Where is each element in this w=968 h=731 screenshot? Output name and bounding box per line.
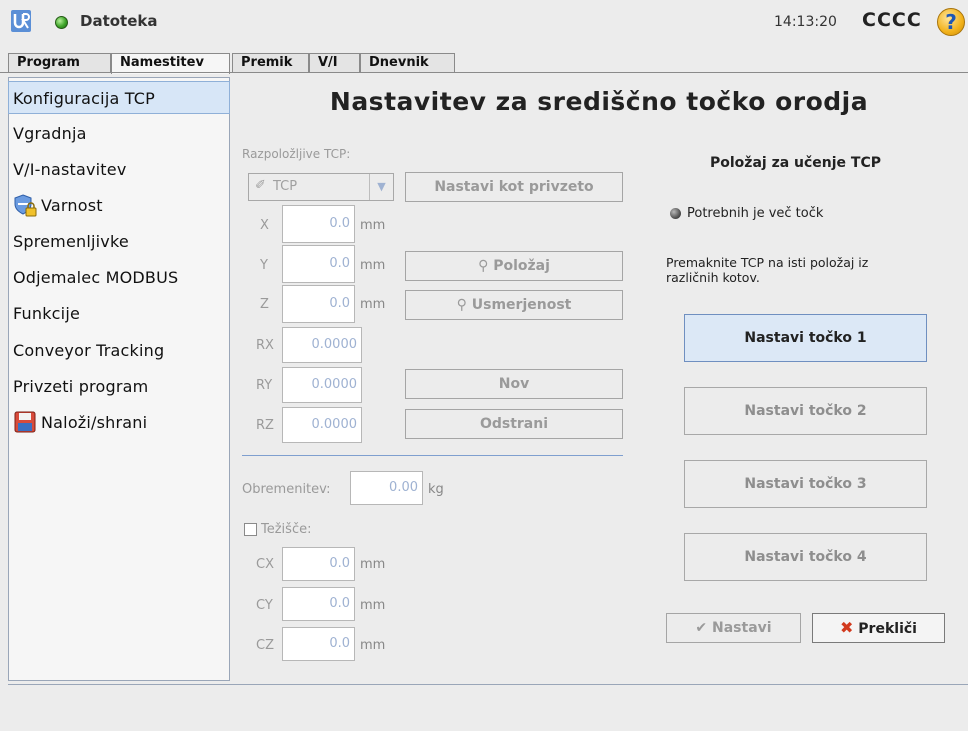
available-tcp-label: Razpoložljive TCP: — [242, 147, 351, 161]
set-tcp-button[interactable]: ✔ Nastavi — [666, 613, 801, 643]
set-default-button[interactable]: Nastavi kot privzeto — [405, 172, 623, 202]
remove-button[interactable]: Odstrani — [405, 409, 623, 439]
sidebar-item-modbus[interactable]: Odjemalec MODBUS — [9, 261, 229, 294]
sidebar-item-label: Varnost — [41, 196, 103, 215]
ry-field[interactable]: 0.0000 — [282, 367, 362, 403]
cog-label: Težišče: — [261, 522, 312, 537]
sidebar-item-tcp-config[interactable]: Konfiguracija TCP — [8, 81, 230, 114]
payload-field[interactable]: 0.00 — [350, 471, 423, 505]
z-field[interactable]: 0.0 — [282, 285, 355, 323]
tcp-select[interactable]: ✐ TCP ▼ — [248, 173, 394, 201]
x-field[interactable]: 0.0 — [282, 205, 355, 243]
rx-label: RX — [256, 338, 274, 353]
sidebar-item-label: Privzeti program — [13, 377, 149, 396]
rz-label: RZ — [256, 418, 274, 433]
setup-sidebar: Konfiguracija TCP Vgradnja V/I-nastavite… — [8, 77, 230, 681]
tab-log[interactable]: Dnevnik — [360, 53, 455, 73]
new-button[interactable]: Nov — [405, 369, 623, 399]
shield-lock-icon — [14, 193, 37, 216]
sidebar-item-label: Naloži/shrani — [41, 413, 148, 432]
sidebar-item-mounting[interactable]: Vgradnja — [9, 117, 229, 150]
cz-unit: mm — [360, 638, 386, 653]
teach-status: Potrebnih je več točk — [687, 206, 824, 221]
tcp-config-panel: Nastavitev za središčno točko orodja Raz… — [230, 77, 968, 681]
y-unit: mm — [360, 258, 386, 273]
z-label: Z — [260, 297, 269, 312]
tab-setup[interactable]: Namestitev — [111, 53, 230, 74]
tab-move[interactable]: Premik — [232, 53, 309, 73]
cy-unit: mm — [360, 598, 386, 613]
tab-io[interactable]: V/I — [309, 53, 360, 73]
y-label: Y — [260, 258, 268, 273]
cz-field[interactable]: 0.0 — [282, 627, 355, 661]
position-button[interactable]: ⚲ Položaj — [405, 251, 623, 281]
sidebar-item-label: Spremenljivke — [13, 232, 129, 251]
y-field[interactable]: 0.0 — [282, 245, 355, 283]
checkmark-icon: ✔ — [695, 620, 708, 636]
teach-pendant-icon: ⚲ — [456, 297, 467, 313]
status-gray-icon — [670, 208, 681, 219]
tab-divider — [0, 72, 968, 73]
set-point-4-button[interactable]: Nastavi točko 4 — [684, 533, 927, 581]
sidebar-item-label: Odjemalec MODBUS — [13, 268, 179, 287]
top-bar: Datoteka 14:13:20 CCCC ? — [0, 0, 968, 46]
help-icon[interactable]: ? — [937, 8, 965, 36]
sidebar-item-conveyor[interactable]: Conveyor Tracking — [9, 334, 229, 367]
cancel-button-label: Prekliči — [858, 621, 917, 637]
rz-field[interactable]: 0.0000 — [282, 407, 362, 443]
cx-field[interactable]: 0.0 — [282, 547, 355, 581]
pencil-icon: ✐ — [255, 178, 266, 193]
payload-unit: kg — [428, 482, 444, 497]
footer-divider — [8, 684, 968, 685]
tab-program[interactable]: Program — [8, 53, 111, 73]
floppy-disk-icon — [14, 411, 36, 432]
sidebar-item-features[interactable]: Funkcije — [9, 297, 229, 330]
cx-unit: mm — [360, 557, 386, 572]
z-unit: mm — [360, 297, 386, 312]
sidebar-item-label: Funkcije — [13, 304, 81, 323]
cy-field[interactable]: 0.0 — [282, 587, 355, 621]
rx-field[interactable]: 0.0000 — [282, 327, 362, 363]
sidebar-item-variables[interactable]: Spremenljivke — [9, 225, 229, 258]
set-point-1-button[interactable]: Nastavi točko 1 — [684, 314, 927, 362]
ry-label: RY — [256, 378, 273, 393]
set-tcp-button-label: Nastavi — [712, 620, 772, 636]
set-point-2-button[interactable]: Nastavi točko 2 — [684, 387, 927, 435]
teach-instructions-2: različnih kotov. — [666, 270, 760, 285]
cancel-button[interactable]: ✖ Prekliči — [812, 613, 945, 643]
x-label: X — [260, 218, 269, 233]
cy-label: CY — [256, 598, 273, 613]
orientation-button-label: Usmerjenost — [471, 297, 572, 313]
sidebar-item-default-program[interactable]: Privzeti program — [9, 370, 229, 403]
sidebar-item-label: Vgradnja — [13, 124, 87, 143]
orientation-button[interactable]: ⚲ Usmerjenost — [405, 290, 623, 320]
robot-name: CCCC — [862, 9, 922, 31]
clock: 14:13:20 — [774, 14, 837, 30]
sidebar-item-label: Konfiguracija TCP — [13, 89, 156, 108]
sidebar-item-label: V/I-nastavitev — [13, 160, 127, 179]
teach-pendant-icon: ⚲ — [478, 258, 489, 274]
app-title[interactable]: Datoteka — [80, 12, 158, 30]
sidebar-item-io-setup[interactable]: V/I-nastavitev — [9, 153, 229, 186]
status-green-icon — [55, 16, 68, 29]
x-unit: mm — [360, 218, 386, 233]
sidebar-item-label: Conveyor Tracking — [13, 341, 165, 360]
sidebar-item-load-save[interactable]: Naloži/shrani — [9, 406, 229, 439]
page-title: Nastavitev za središčno točko orodja — [329, 87, 869, 116]
sidebar-item-safety[interactable]: Varnost — [9, 189, 229, 222]
set-point-3-button[interactable]: Nastavi točko 3 — [684, 460, 927, 508]
teach-instructions-1: Premaknite TCP na isti položaj iz — [666, 255, 869, 270]
ur-logo-icon[interactable] — [10, 9, 32, 33]
cog-checkbox[interactable] — [244, 523, 257, 536]
tcp-select-value: TCP — [273, 179, 298, 194]
cz-label: CZ — [256, 638, 274, 653]
position-button-label: Položaj — [493, 258, 550, 274]
teach-title: Položaj za učenje TCP — [710, 155, 882, 171]
section-divider — [242, 455, 623, 456]
close-icon: ✖ — [840, 618, 854, 637]
cx-label: CX — [256, 557, 274, 572]
payload-label: Obremenitev: — [242, 482, 331, 497]
chevron-down-icon[interactable]: ▼ — [369, 174, 393, 200]
